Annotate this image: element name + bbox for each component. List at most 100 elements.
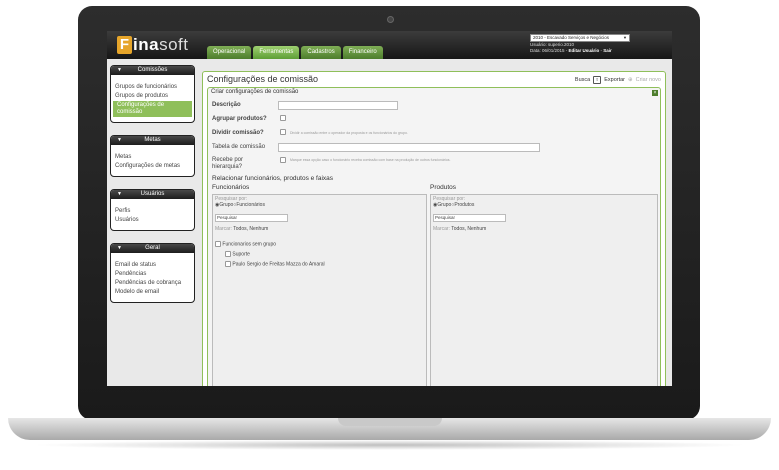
sidebar: ▼ Comissões Grupos de funcionários Grupos…: [110, 65, 195, 315]
no-group-item[interactable]: Funcionarios sem grupo: [215, 241, 276, 247]
sidebar-item-email-status[interactable]: Email de status: [111, 261, 194, 270]
collapse-icon[interactable]: ▼: [117, 190, 122, 199]
group-products-label: Agrupar produtos?: [212, 116, 267, 122]
employees-column-title: Funcionários: [212, 184, 250, 191]
commission-table-select[interactable]: [278, 143, 540, 152]
form-title: Criar configurações de comissão: [211, 89, 299, 95]
sidebar-box-comissoes: ▼ Comissões Grupos de funcionários Grupos…: [110, 65, 195, 123]
edit-user-link[interactable]: Editar Usuário: [569, 48, 600, 53]
employees-panel: Pesquisar por: ◉Grupo○Funcionários Pesqu…: [212, 194, 427, 386]
logout-link[interactable]: Sair: [603, 48, 612, 53]
employees-search-input[interactable]: Pesquisar: [215, 214, 288, 222]
sidebar-title: Metas: [144, 137, 161, 143]
sidebar-header[interactable]: ▼ Geral: [111, 244, 194, 253]
relate-title: Relacionar funcionários, produtos e faix…: [212, 175, 334, 182]
sidebar-header[interactable]: ▼ Comissões: [111, 66, 194, 75]
no-group-checkbox[interactable]: [215, 241, 221, 247]
products-mark: Marcar: Todos, Nenhum: [433, 226, 486, 232]
tab-operacional[interactable]: Operacional: [207, 46, 252, 59]
tab-ferramentas[interactable]: Ferramentas: [253, 46, 300, 59]
sidebar-title: Geral: [145, 245, 160, 251]
employee-checkbox[interactable]: [225, 251, 231, 257]
sidebar-box-geral: ▼ Geral Email de status Pendências Pendên…: [110, 243, 195, 303]
sidebar-item-usuarios[interactable]: Usuários: [111, 216, 194, 225]
sidebar-item-grupos-produtos[interactable]: Grupos de produtos: [111, 92, 194, 101]
laptop-shadow: [30, 440, 749, 450]
description-label: Descrição: [212, 102, 241, 108]
date-text: Data: 06/01/2015: [530, 48, 565, 53]
employee-label: Paulo Sergio de Freitas Mazza do Amaral: [232, 261, 325, 268]
employee-item[interactable]: Paulo Sergio de Freitas Mazza do Amaral: [225, 261, 325, 267]
mark-all-none-links[interactable]: Todos, Nenhum: [233, 226, 268, 232]
search-link[interactable]: Busca: [575, 77, 590, 83]
laptop-notch: [338, 418, 442, 426]
sidebar-item-pendencias-cobranca[interactable]: Pendências de cobrança: [111, 279, 194, 288]
split-commission-checkbox[interactable]: [280, 129, 286, 135]
option-group[interactable]: Grupo: [437, 202, 451, 208]
products-panel: Pesquisar por: ◉Grupo○Produtos Pesquisar…: [430, 194, 658, 386]
export-icon[interactable]: ⇪: [593, 76, 602, 84]
logo-letter: F: [117, 36, 132, 54]
company-select[interactable]: 2010 - Escavado Serviços e Negócios: [530, 34, 630, 42]
option-employees[interactable]: Funcionários: [236, 202, 265, 208]
group-products-checkbox[interactable]: [280, 115, 286, 121]
sidebar-item-configuracoes-metas[interactable]: Configurações de metas: [111, 162, 194, 171]
sidebar-box-metas: ▼ Metas Metas Configurações de metas: [110, 135, 195, 177]
hierarchy-hint: Marque essa opção caso o funcionário rec…: [290, 158, 451, 162]
main-tabs: Operacional Ferramentas Cadastros Financ…: [207, 46, 383, 59]
employee-checkbox[interactable]: [225, 261, 231, 267]
sidebar-header[interactable]: ▼ Usuários: [111, 190, 194, 199]
option-group[interactable]: Grupo: [219, 202, 233, 208]
date-line: Data: 06/01/2015 - Editar Usuário - Sair: [530, 48, 612, 53]
logo-main: ina: [133, 35, 160, 54]
export-link[interactable]: Exportar: [604, 77, 625, 83]
page-title: Configurações de comissão: [207, 74, 319, 84]
employees-mark: Marcar: Todos, Nenhum: [215, 226, 268, 232]
collapse-icon[interactable]: ▼: [117, 244, 122, 253]
products-search-options: ◉Grupo○Produtos: [433, 202, 474, 208]
logo-thin: soft: [159, 35, 189, 54]
logo[interactable]: F inasoft: [117, 35, 188, 55]
sidebar-item-perfis[interactable]: Perfis: [111, 207, 194, 216]
collapse-icon[interactable]: ▼: [117, 66, 122, 75]
camera-icon: [387, 16, 394, 23]
no-group-label: Funcionarios sem grupo: [222, 241, 277, 248]
tab-cadastros[interactable]: Cadastros: [301, 46, 341, 59]
sidebar-item-grupos-funcionarios[interactable]: Grupos de funcionários: [111, 83, 194, 92]
option-products[interactable]: Produtos: [454, 202, 474, 208]
screen: F inasoft Operacional Ferramentas Cadast…: [107, 31, 672, 386]
new-link[interactable]: Criar novo: [636, 77, 661, 83]
products-search-input[interactable]: Pesquisar: [433, 214, 506, 222]
sidebar-title: Comissões: [137, 67, 168, 73]
products-column-title: Produtos: [430, 184, 457, 191]
sidebar-title: Usuários: [140, 191, 165, 197]
form-panel: Criar configurações de comissão × Descri…: [207, 87, 661, 386]
sidebar-item-metas[interactable]: Metas: [111, 153, 194, 162]
tab-financeiro[interactable]: Financeiro: [342, 46, 383, 59]
mark-label: Marcar:: [215, 226, 232, 232]
commission-table-label: Tabela de comissão: [212, 144, 266, 150]
sidebar-header[interactable]: ▼ Metas: [111, 136, 194, 145]
sidebar-box-usuarios: ▼ Usuários Perfis Usuários: [110, 189, 195, 231]
employee-item[interactable]: Suporte: [225, 251, 250, 257]
description-field[interactable]: [278, 101, 398, 110]
hierarchy-checkbox[interactable]: [280, 157, 286, 163]
user-info: 2010 - Escavado Serviços e Negócios Usuá…: [530, 34, 670, 54]
app-header: F inasoft Operacional Ferramentas Cadast…: [107, 31, 672, 59]
split-commission-label: Dividir comissão?: [212, 130, 264, 136]
mark-label: Marcar:: [433, 226, 450, 232]
logo-text: inasoft: [133, 35, 188, 55]
hierarchy-label: Recebe por hierarquia?: [212, 157, 244, 170]
main-actions: Busca ⇪ Exportar ⊕ Criar novo: [575, 76, 661, 84]
employee-label: Suporte: [232, 251, 250, 258]
split-commission-hint: Dividir a comissão entre o operador da p…: [290, 131, 408, 135]
mark-all-none-links[interactable]: Todos, Nenhum: [451, 226, 486, 232]
main-panel: Configurações de comissão Busca ⇪ Export…: [202, 71, 666, 386]
collapse-icon[interactable]: ▼: [117, 136, 122, 145]
new-icon[interactable]: ⊕: [628, 77, 633, 83]
sidebar-item-pendencias[interactable]: Pendências: [111, 270, 194, 279]
sidebar-item-configuracoes-comissao[interactable]: Configurações de comissão: [113, 101, 192, 117]
sidebar-item-modelo-email[interactable]: Modelo de email: [111, 288, 194, 297]
close-icon[interactable]: ×: [652, 90, 658, 96]
employees-search-options: ◉Grupo○Funcionários: [215, 202, 265, 208]
